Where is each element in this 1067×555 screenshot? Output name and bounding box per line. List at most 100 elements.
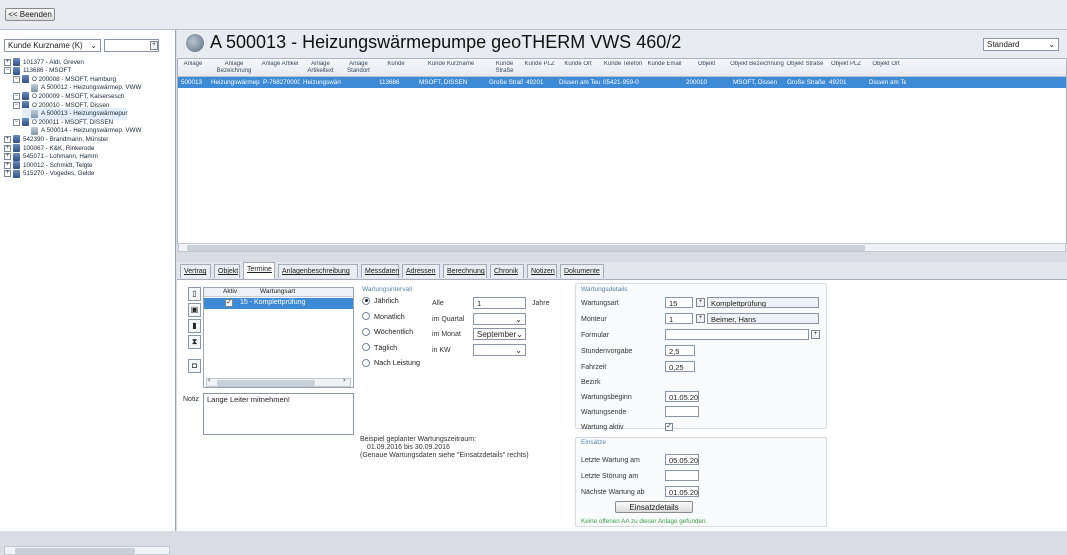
aktiv-checkbox[interactable]: ✓ bbox=[225, 299, 233, 307]
page-title: A 500013 - Heizungswärmepumpe geoTHERM V… bbox=[210, 32, 682, 52]
column-header[interactable]: Kunde Kurzname bbox=[416, 61, 486, 78]
wartungsende-input[interactable] bbox=[665, 406, 699, 417]
termine-panel: ▯ ▣ ▮ ⧗ ◘ Aktiv Wartungsart ✓ 15 - Kompl… bbox=[177, 279, 1067, 531]
new-document-icon[interactable]: ▯ bbox=[188, 287, 201, 301]
naechste-wartung-input[interactable]: 01.05.2016 bbox=[665, 486, 699, 497]
radio-button-icon[interactable] bbox=[362, 296, 370, 305]
hourglass-icon[interactable]: ⧗ bbox=[188, 335, 201, 349]
einsaetze-group bbox=[575, 437, 827, 527]
column-header[interactable]: Objekt Straße bbox=[784, 61, 826, 78]
tab-notizen[interactable]: Notizen bbox=[527, 264, 557, 278]
interval-radio-option[interactable]: Jährlich bbox=[362, 296, 399, 305]
fahrzeit-label: Fahrzeit bbox=[581, 364, 607, 371]
column-header[interactable]: Anlage Bezeichnung bbox=[208, 61, 260, 78]
radio-label: Wöchentlich bbox=[374, 327, 414, 336]
radio-button-icon[interactable] bbox=[362, 312, 370, 320]
column-header[interactable]: Kunde Ort bbox=[556, 61, 600, 78]
table-cell: 113686 bbox=[379, 79, 400, 86]
column-header[interactable]: Kunde PLZ bbox=[523, 61, 556, 78]
column-header[interactable]: Anlage bbox=[178, 61, 208, 78]
table-cell bbox=[649, 78, 683, 87]
beenden-button[interactable]: << Beenden bbox=[5, 8, 55, 21]
column-header[interactable]: Kunde Telefon bbox=[600, 61, 646, 78]
column-header[interactable]: Kunde Straße bbox=[486, 61, 523, 78]
column-header[interactable]: Kunde bbox=[376, 61, 416, 78]
tab-chronik[interactable]: Chronik bbox=[490, 264, 524, 278]
wartungsart-lookup-button[interactable]: + bbox=[696, 298, 705, 307]
tab-messdaten[interactable]: Messdaten bbox=[361, 264, 399, 278]
wartungsbeginn-input[interactable]: 01.05.2015 bbox=[665, 391, 699, 402]
cancel-icon[interactable]: ◘ bbox=[188, 359, 201, 373]
monat-label: im Monat bbox=[432, 331, 461, 338]
delete-icon[interactable]: ▮ bbox=[188, 319, 201, 333]
view-select[interactable]: Standard ⌄ bbox=[983, 38, 1059, 51]
radio-button-icon[interactable] bbox=[362, 343, 370, 351]
interval-radio-option[interactable]: Monatlich bbox=[362, 312, 405, 321]
save-icon[interactable]: ▣ bbox=[188, 303, 201, 317]
scrollbar-thumb[interactable] bbox=[187, 245, 865, 251]
list-horizontal-scrollbar[interactable]: ‹ › bbox=[206, 377, 351, 387]
tab-anlagenbeschreibung[interactable]: Anlagenbeschreibung bbox=[278, 264, 358, 278]
radio-label: Täglich bbox=[374, 342, 398, 352]
tab-termine[interactable]: Termine bbox=[243, 262, 275, 279]
expand-toggle-icon[interactable]: − bbox=[13, 101, 20, 109]
alle-input[interactable]: 1 bbox=[473, 297, 526, 309]
monteur-code-input[interactable]: 1 bbox=[665, 313, 693, 324]
tab-berechnung[interactable]: Berechnung bbox=[443, 264, 487, 278]
column-header[interactable]: Objekt bbox=[683, 61, 730, 78]
tab-dokumente[interactable]: Dokumente bbox=[560, 264, 604, 278]
wartungsart-code-input[interactable]: 15 bbox=[665, 297, 693, 308]
chevron-down-icon: ⌄ bbox=[1048, 40, 1055, 49]
formular-lookup-button[interactable]: + bbox=[811, 330, 820, 339]
grid-horizontal-scrollbar[interactable] bbox=[178, 243, 1066, 252]
wartungsart-list: Aktiv Wartungsart ✓ 15 - Komplettprüfung… bbox=[203, 287, 354, 388]
column-header[interactable]: Objekt Bezeichnung bbox=[730, 61, 784, 78]
einsatzdetails-button[interactable]: Einsatzdetails bbox=[615, 501, 693, 513]
table-cell: 05421-959-0 bbox=[603, 79, 639, 86]
list-item[interactable]: ✓ 15 - Komplettprüfung bbox=[204, 298, 353, 309]
interval-radio-option[interactable]: Täglich bbox=[362, 343, 397, 352]
letzte-wartung-input[interactable]: 05.05.2015 bbox=[665, 454, 699, 465]
radio-button-icon[interactable] bbox=[362, 327, 370, 336]
detail-tabs: Vertrag Objekt Termine Anlagenbeschreibung M… bbox=[177, 262, 1067, 279]
formular-input[interactable] bbox=[665, 329, 809, 340]
tab-objekt[interactable]: Objekt bbox=[214, 264, 240, 278]
table-cell: P-768270000 bbox=[263, 79, 300, 86]
chevron-right-icon[interactable]: › bbox=[343, 377, 345, 384]
kw-select[interactable]: ⌄ bbox=[473, 344, 526, 356]
interval-radio-option[interactable]: Nach Leistung bbox=[362, 358, 420, 367]
tab-adressen[interactable]: Adressen bbox=[402, 264, 440, 278]
column-header[interactable]: Anlage Standort bbox=[341, 61, 376, 78]
monteur-lookup-button[interactable]: + bbox=[696, 314, 705, 323]
filter-field-select[interactable]: Kunde Kurzname (K) ⌄ bbox=[4, 39, 101, 52]
table-cell: Große Straße 1 bbox=[787, 79, 826, 86]
tree-node[interactable]: +515270 - Vogedes, Gelde bbox=[4, 168, 94, 180]
letzte-stoerung-input[interactable] bbox=[665, 470, 699, 481]
column-header[interactable]: Anlage Artikel bbox=[260, 61, 300, 78]
scrollbar-thumb[interactable] bbox=[217, 380, 315, 386]
quartal-select[interactable]: ⌄ bbox=[473, 313, 526, 325]
filter-field-label: Kunde Kurzname (K) bbox=[8, 41, 83, 50]
expand-toggle-icon[interactable]: − bbox=[4, 67, 11, 75]
notiz-textarea[interactable]: Lange Leiter mitnehmen! bbox=[203, 393, 354, 435]
column-header[interactable]: Anlage Artikeltext bbox=[300, 61, 341, 78]
chevron-left-icon[interactable]: ‹ bbox=[208, 377, 210, 384]
tab-vertrag[interactable]: Vertrag bbox=[180, 264, 211, 278]
column-header[interactable]: Kunde Email bbox=[646, 61, 683, 78]
wartung-aktiv-label: Wartung aktiv bbox=[581, 424, 624, 431]
expand-toggle-icon[interactable]: − bbox=[13, 118, 20, 126]
monat-select[interactable]: September ⌄ bbox=[473, 328, 526, 340]
column-header[interactable]: Objekt PLZ bbox=[826, 61, 866, 78]
scrollbar-thumb[interactable] bbox=[15, 548, 135, 554]
fahrzeit-input[interactable]: 0,25 bbox=[665, 361, 695, 372]
expand-toggle-icon[interactable]: − bbox=[13, 75, 20, 83]
beispiel-line1: Beispiel geplanter Wartungszeitraum: bbox=[360, 436, 477, 443]
interval-radio-option[interactable]: Wöchentlich bbox=[362, 327, 413, 336]
radio-button-icon[interactable] bbox=[362, 358, 370, 367]
wartung-aktiv-checkbox[interactable]: ✓ bbox=[665, 423, 673, 431]
filter-dropdown-button[interactable]: + bbox=[150, 41, 158, 50]
column-header[interactable]: Objekt Ort bbox=[866, 61, 906, 78]
tree-horizontal-scrollbar[interactable] bbox=[4, 546, 170, 555]
expand-toggle-icon[interactable]: + bbox=[4, 170, 11, 178]
stundenvorgabe-input[interactable]: 2,5 bbox=[665, 345, 695, 356]
